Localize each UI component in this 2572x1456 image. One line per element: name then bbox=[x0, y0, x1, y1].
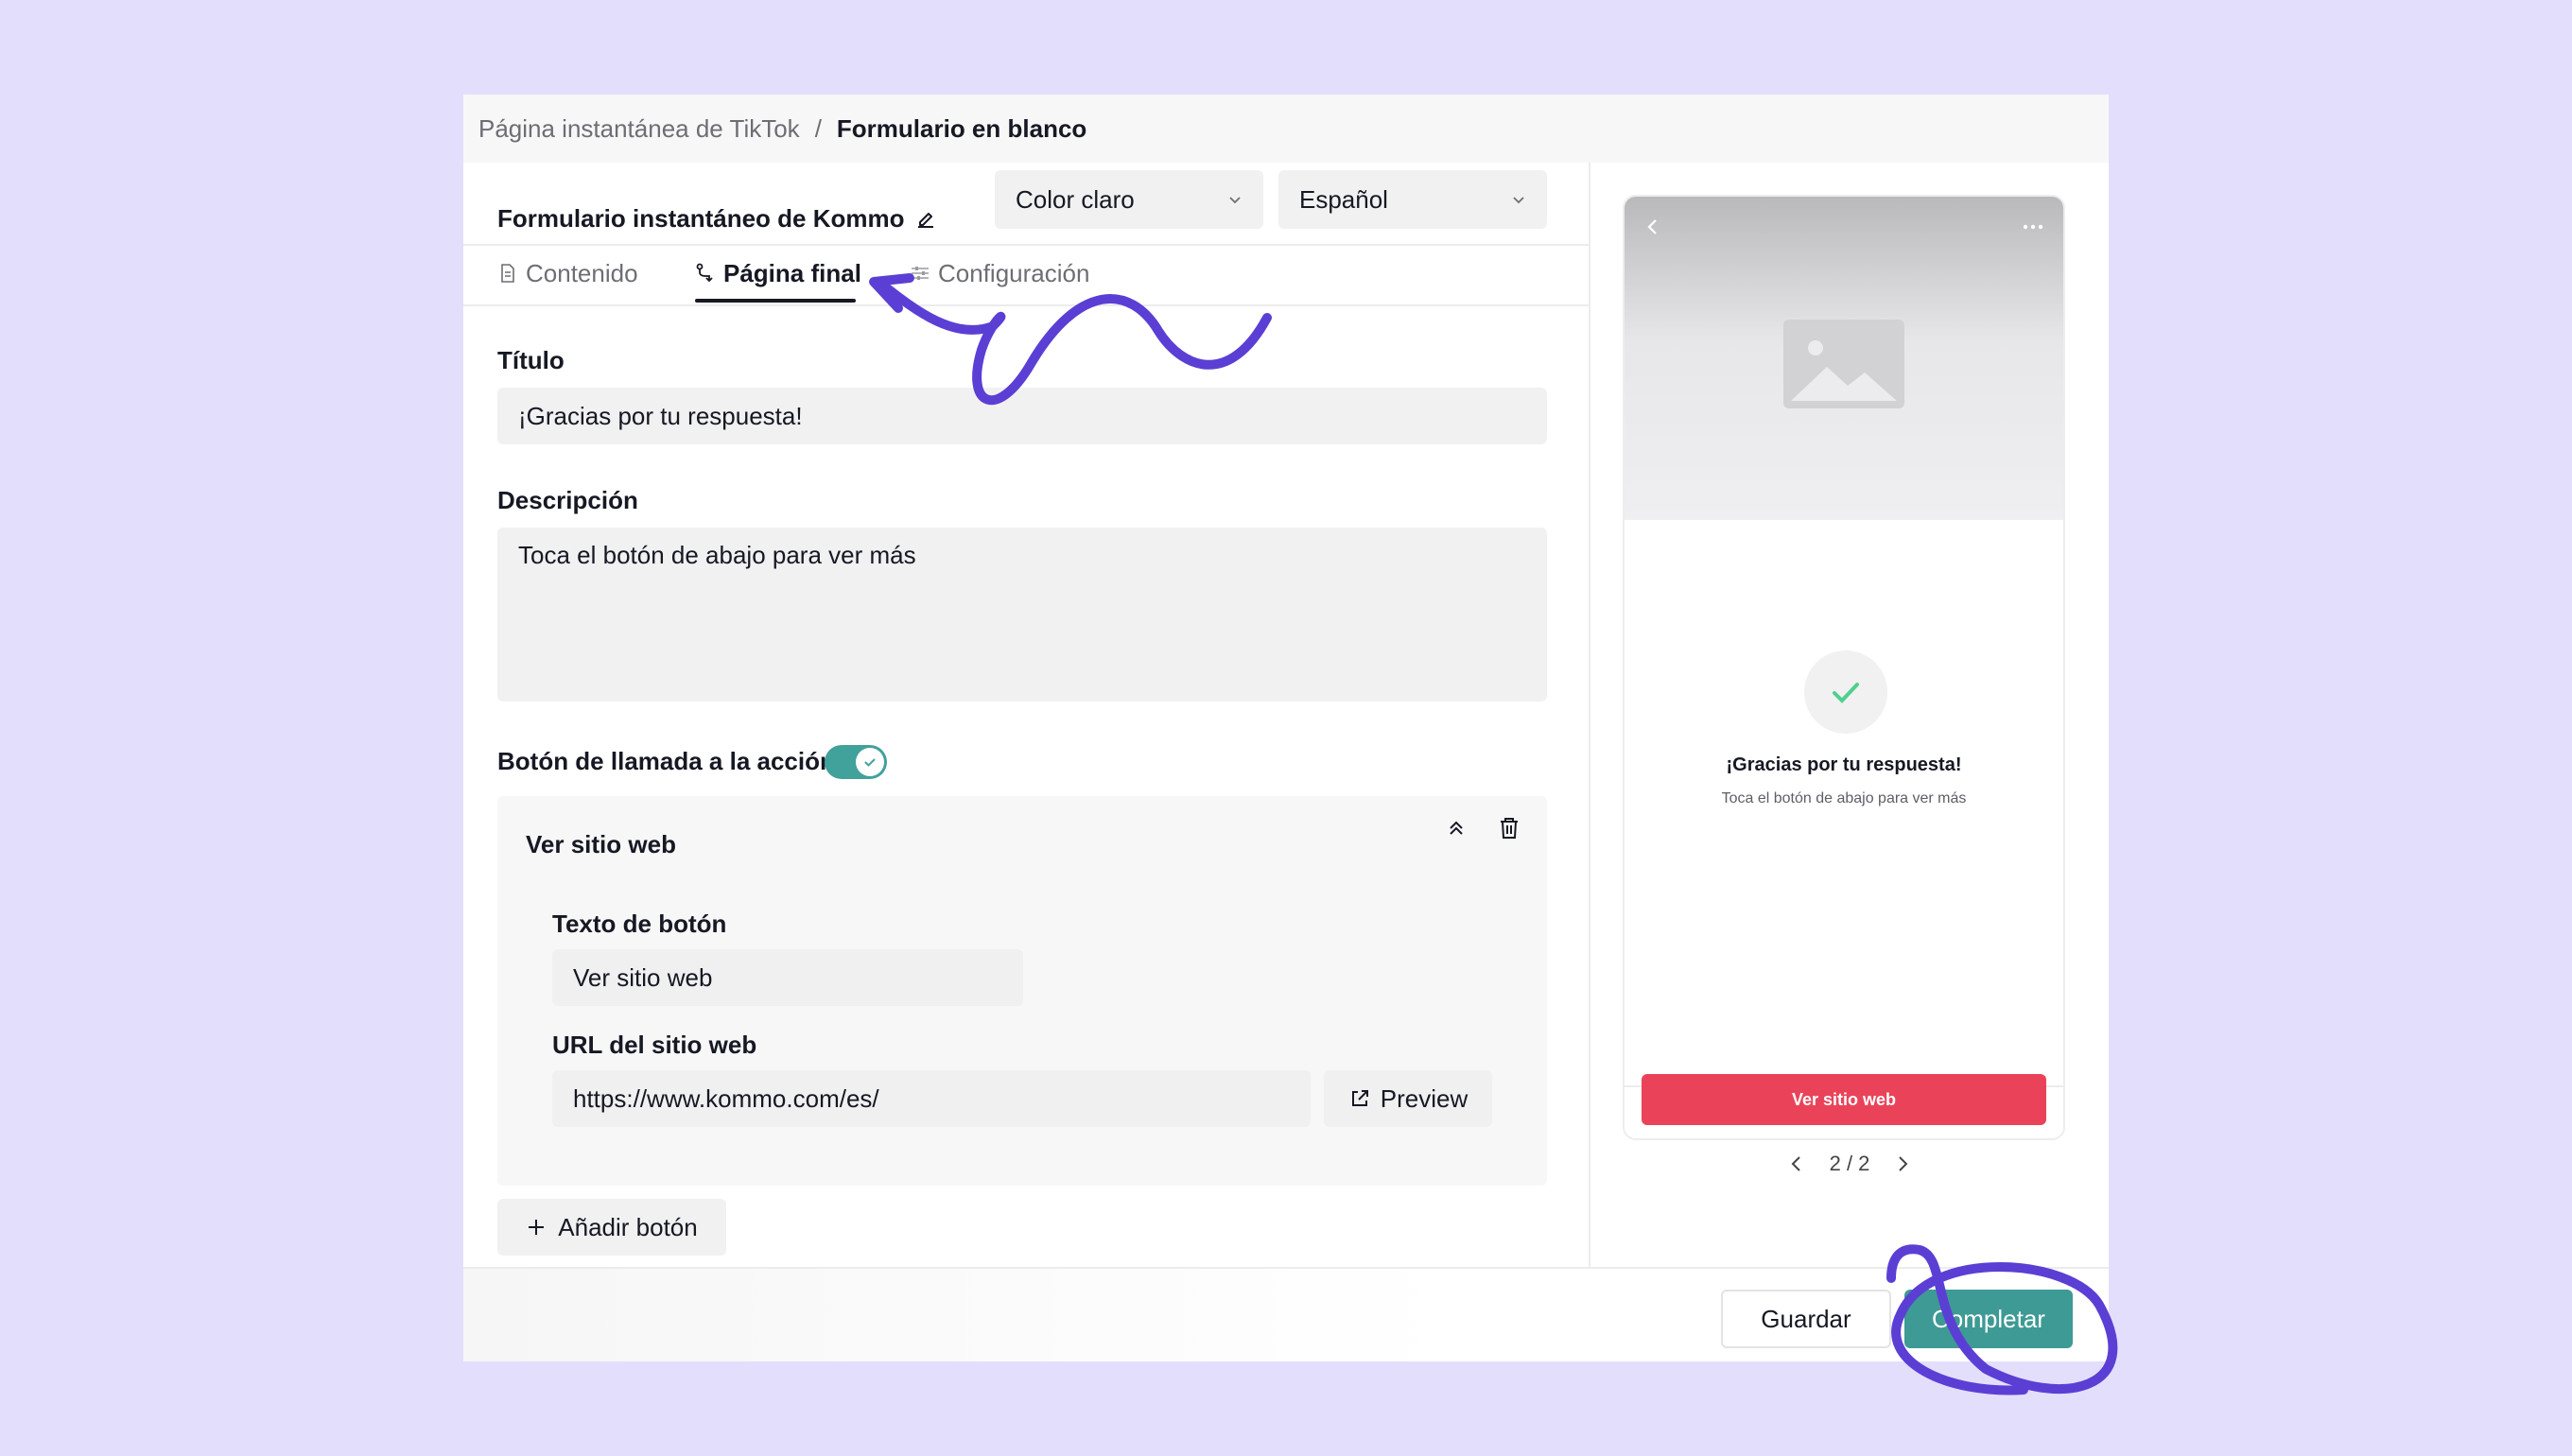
chevron-down-icon bbox=[1229, 197, 1241, 204]
tab-pagina-final[interactable]: Página final bbox=[695, 250, 861, 297]
cta-button-card: Ver sitio web Texto de botón Ver sitio w… bbox=[497, 796, 1547, 1186]
collapse-icon[interactable] bbox=[1441, 813, 1471, 843]
language-select-value: Español bbox=[1299, 184, 1388, 214]
breadcrumb-separator: / bbox=[814, 113, 822, 143]
preview-panel: ¡Gracias por tu respuesta! Toca el botón… bbox=[1590, 163, 2109, 1267]
chevron-down-icon bbox=[1513, 197, 1524, 204]
footer-bar: Guardar Completar bbox=[463, 1267, 2109, 1361]
phone-header-image bbox=[1625, 197, 2063, 518]
url-input[interactable]: https://www.kommo.com/es/ bbox=[552, 1070, 1311, 1127]
url-label: URL del sitio web bbox=[552, 1031, 757, 1059]
save-button[interactable]: Guardar bbox=[1721, 1290, 1891, 1348]
editor-panel: Formulario instantáneo de Kommo Color cl… bbox=[463, 163, 1589, 1361]
phone-preview: ¡Gracias por tu respuesta! Toca el botón… bbox=[1623, 195, 2065, 1140]
complete-button[interactable]: Completar bbox=[1904, 1290, 2073, 1348]
form-name[interactable]: Formulario instantáneo de Kommo bbox=[497, 204, 937, 234]
tab-contenido[interactable]: Contenido bbox=[497, 250, 638, 297]
back-arrow-icon bbox=[1647, 219, 1657, 234]
add-button[interactable]: Añadir botón bbox=[497, 1199, 726, 1256]
preview-button[interactable]: Preview bbox=[1324, 1070, 1492, 1127]
button-text-label: Texto de botón bbox=[552, 910, 727, 938]
cta-toggle-label: Botón de llamada a la acción bbox=[497, 747, 835, 775]
page-indicator: 2 / 2 bbox=[1829, 1152, 1870, 1175]
tab-label: Contenido bbox=[526, 258, 638, 287]
active-tab-indicator bbox=[695, 299, 856, 303]
description-label: Descripción bbox=[497, 486, 638, 514]
plus-icon bbox=[529, 1220, 545, 1235]
route-icon bbox=[696, 263, 713, 283]
image-placeholder-icon bbox=[1783, 320, 1904, 408]
check-icon bbox=[1833, 683, 1859, 703]
tab-label: Página final bbox=[723, 258, 861, 287]
tab-configuracion[interactable]: Configuración bbox=[910, 250, 1089, 297]
cta-toggle-switch[interactable] bbox=[825, 745, 887, 779]
language-select[interactable]: Español bbox=[1278, 170, 1547, 229]
sliders-icon bbox=[912, 267, 929, 280]
breadcrumb-current: Formulario en blanco bbox=[836, 113, 1087, 143]
form-name-label: Formulario instantáneo de Kommo bbox=[497, 204, 905, 233]
edit-pencil-icon[interactable] bbox=[914, 208, 937, 231]
check-icon bbox=[864, 758, 876, 767]
preview-button-label: Preview bbox=[1380, 1083, 1468, 1113]
more-dots-icon bbox=[2023, 224, 2043, 230]
button-text-input[interactable]: Ver sitio web bbox=[552, 949, 1023, 1006]
toggle-knob bbox=[856, 748, 884, 776]
preview-pager: 2 / 2 bbox=[1590, 1152, 2109, 1176]
document-icon bbox=[501, 264, 514, 283]
form-editor-window: Página instantánea de TikTok / Formulari… bbox=[463, 95, 2109, 1361]
chevron-left-icon[interactable] bbox=[1788, 1154, 1805, 1173]
phone-description: Toca el botón de abajo para ver más bbox=[1721, 790, 1967, 806]
description-textarea[interactable]: Toca el botón de abajo para ver más bbox=[497, 528, 1547, 702]
phone-title: ¡Gracias por tu respuesta! bbox=[1726, 754, 1962, 775]
chevron-right-icon[interactable] bbox=[1894, 1154, 1911, 1173]
theme-select-value: Color claro bbox=[1016, 184, 1135, 214]
phone-content-card: ¡Gracias por tu respuesta! Toca el botón… bbox=[1625, 518, 2063, 1085]
tab-label: Configuración bbox=[938, 258, 1090, 287]
breadcrumb: Página instantánea de TikTok / Formulari… bbox=[463, 95, 2109, 163]
add-button-label: Añadir botón bbox=[558, 1212, 698, 1241]
tabs-top-divider bbox=[463, 244, 1589, 246]
external-link-icon bbox=[1351, 1090, 1368, 1106]
title-input[interactable]: ¡Gracias por tu respuesta! bbox=[497, 388, 1547, 444]
phone-cta-button: Ver sitio web bbox=[1642, 1074, 2046, 1125]
title-label: Título bbox=[497, 346, 565, 374]
theme-select[interactable]: Color claro bbox=[995, 170, 1263, 229]
breadcrumb-parent-link[interactable]: Página instantánea de TikTok bbox=[478, 114, 800, 144]
tabs-bottom-divider bbox=[463, 304, 1589, 306]
trash-icon[interactable] bbox=[1494, 813, 1524, 843]
cta-card-title: Ver sitio web bbox=[526, 830, 676, 858]
success-check-badge bbox=[1804, 650, 1887, 734]
